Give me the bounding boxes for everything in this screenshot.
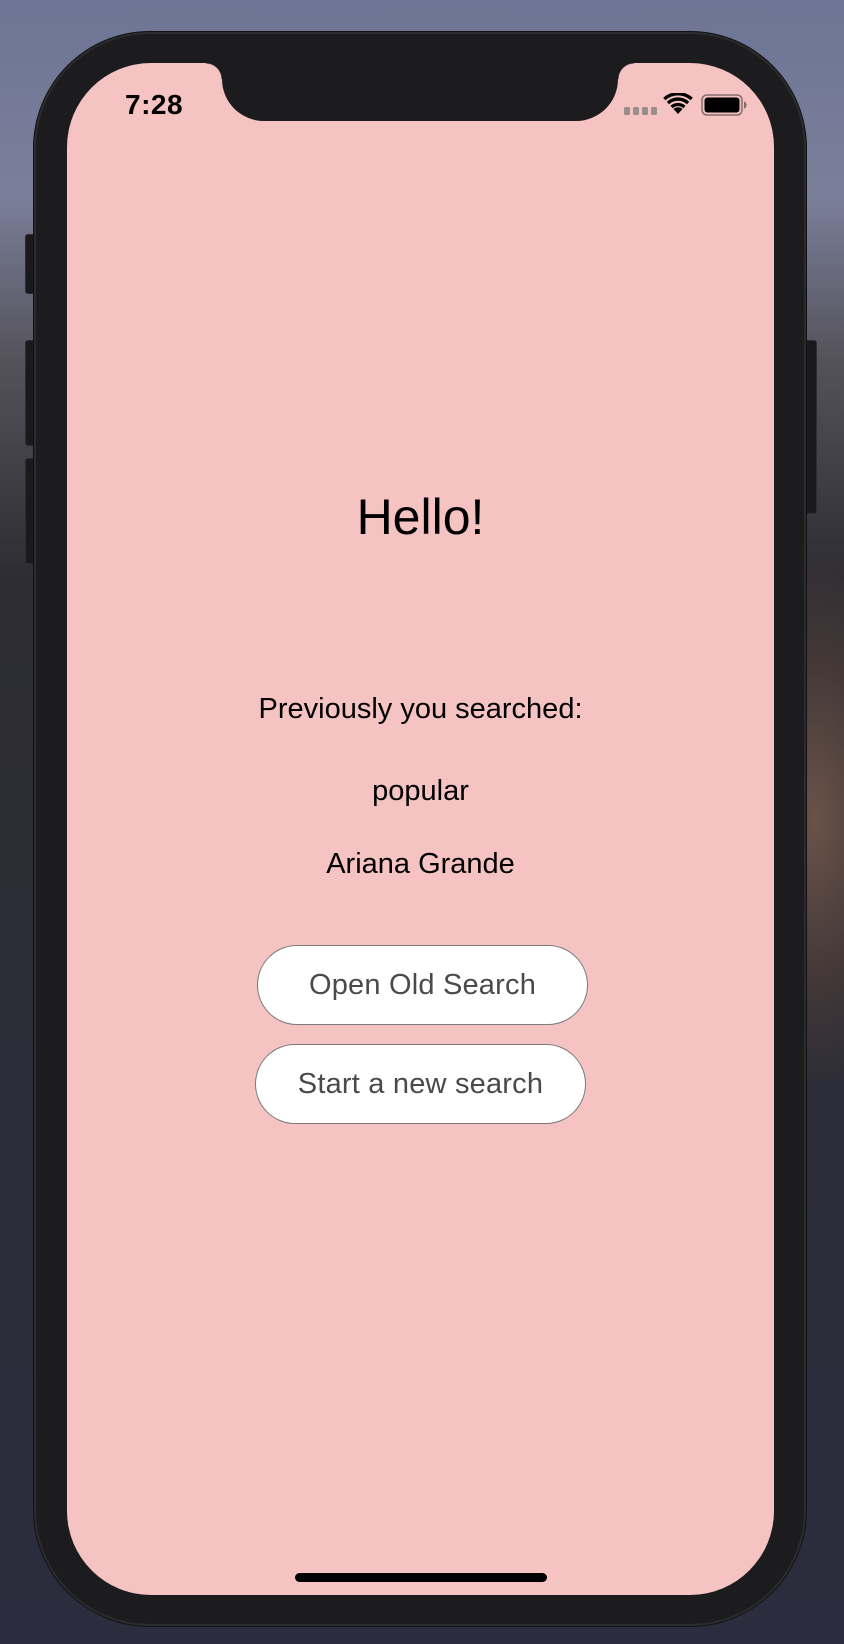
phone-screen: 7:28 Hello! Previously you searched: pop… [67, 63, 774, 1595]
cellular-signal-icon [624, 107, 657, 115]
status-time: 7:28 [125, 89, 184, 120]
previous-search-item: popular [372, 775, 469, 807]
open-old-search-button[interactable]: Open Old Search [257, 945, 588, 1025]
start-new-search-button[interactable]: Start a new search [255, 1044, 586, 1124]
greeting-title: Hello! [356, 489, 485, 545]
battery-full-icon [701, 94, 747, 116]
previous-search-item: Ariana Grande [326, 848, 515, 880]
notch [206, 63, 634, 121]
home-indicator[interactable] [295, 1573, 547, 1582]
wifi-icon [663, 93, 693, 114]
previous-searches-label: Previously you searched: [258, 693, 583, 725]
